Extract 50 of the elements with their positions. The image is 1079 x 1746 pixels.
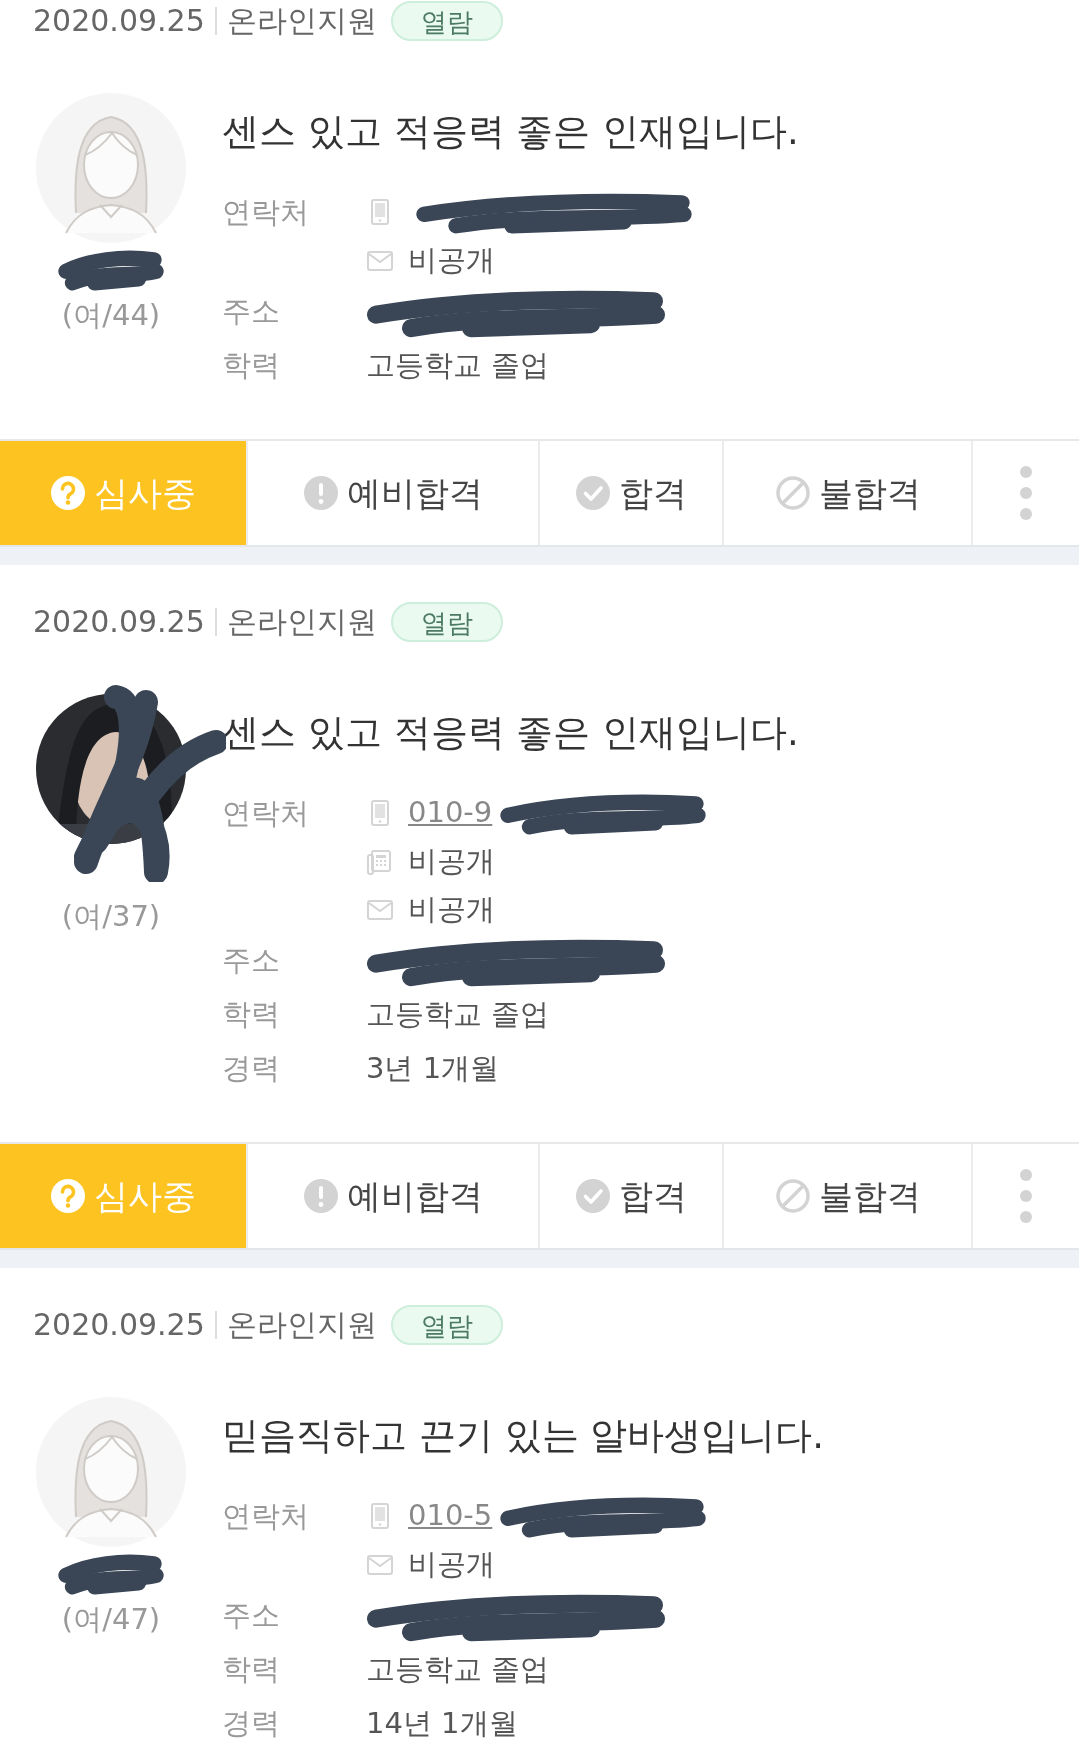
field-value: 고등학교 졸업	[366, 996, 550, 1034]
check-icon	[575, 1178, 611, 1214]
field-value: 고등학교 졸업	[366, 1651, 550, 1689]
age-text: (여/44)	[61, 297, 161, 334]
check-icon	[575, 475, 611, 511]
person-icon	[36, 1397, 186, 1547]
phone-link[interactable]: 010-9	[408, 791, 493, 835]
field-label: 연락처	[222, 796, 309, 830]
status-badge: 열람	[390, 1, 503, 41]
field-label: 학력	[222, 348, 280, 383]
field-value: 고등학교 졸업	[366, 347, 550, 385]
field-label: 연락처	[222, 195, 309, 229]
more-icon	[1019, 465, 1033, 521]
field-label: 학력	[222, 1652, 280, 1687]
contact-value: 비공개	[408, 242, 495, 280]
question-icon	[50, 475, 86, 511]
channel-text: 온라인지원	[226, 603, 377, 641]
person-icon	[36, 93, 186, 243]
field-label: 주소	[222, 1598, 280, 1633]
field-label: 주소	[222, 294, 280, 329]
contact-value: 비공개	[408, 843, 495, 881]
headline-text: 센스 있고 적응력 좋은 인재입니다.	[222, 109, 800, 155]
field-label: 경력	[222, 1706, 280, 1741]
question-icon	[50, 1178, 86, 1214]
date-text: 2020.09.25	[33, 1306, 205, 1344]
exclamation-icon	[303, 1178, 339, 1214]
field-label: 경력	[222, 1051, 280, 1086]
age-text: (여/37)	[61, 898, 161, 935]
contact-value: 비공개	[408, 891, 495, 929]
contact-value: 비공개	[408, 1546, 495, 1584]
field-label: 주소	[222, 943, 280, 978]
more-icon	[1019, 1168, 1033, 1224]
headline-text: 믿음직하고 끈기 있는 알바생입니다.	[222, 1413, 826, 1459]
prohibited-icon	[774, 1178, 811, 1214]
desk-phone-icon	[366, 848, 394, 876]
status-badge: 열람	[390, 1305, 503, 1345]
date-text: 2020.09.25	[33, 2, 205, 40]
date-text: 2020.09.25	[33, 603, 205, 641]
phone-link[interactable]: 010-5	[408, 1494, 493, 1538]
channel-text: 온라인지원	[226, 2, 377, 40]
field-label: 학력	[222, 997, 280, 1032]
channel-text: 온라인지원	[226, 1306, 377, 1344]
headline-text: 센스 있고 적응력 좋은 인재입니다.	[222, 710, 800, 756]
age-text: (여/47)	[61, 1601, 161, 1638]
status-badge: 열람	[390, 602, 503, 642]
field-label: 연락처	[222, 1499, 309, 1533]
field-value: 3년 1개월	[366, 1050, 500, 1088]
field-value: 14년 1개월	[366, 1705, 518, 1743]
exclamation-icon	[303, 475, 339, 511]
prohibited-icon	[774, 475, 811, 511]
